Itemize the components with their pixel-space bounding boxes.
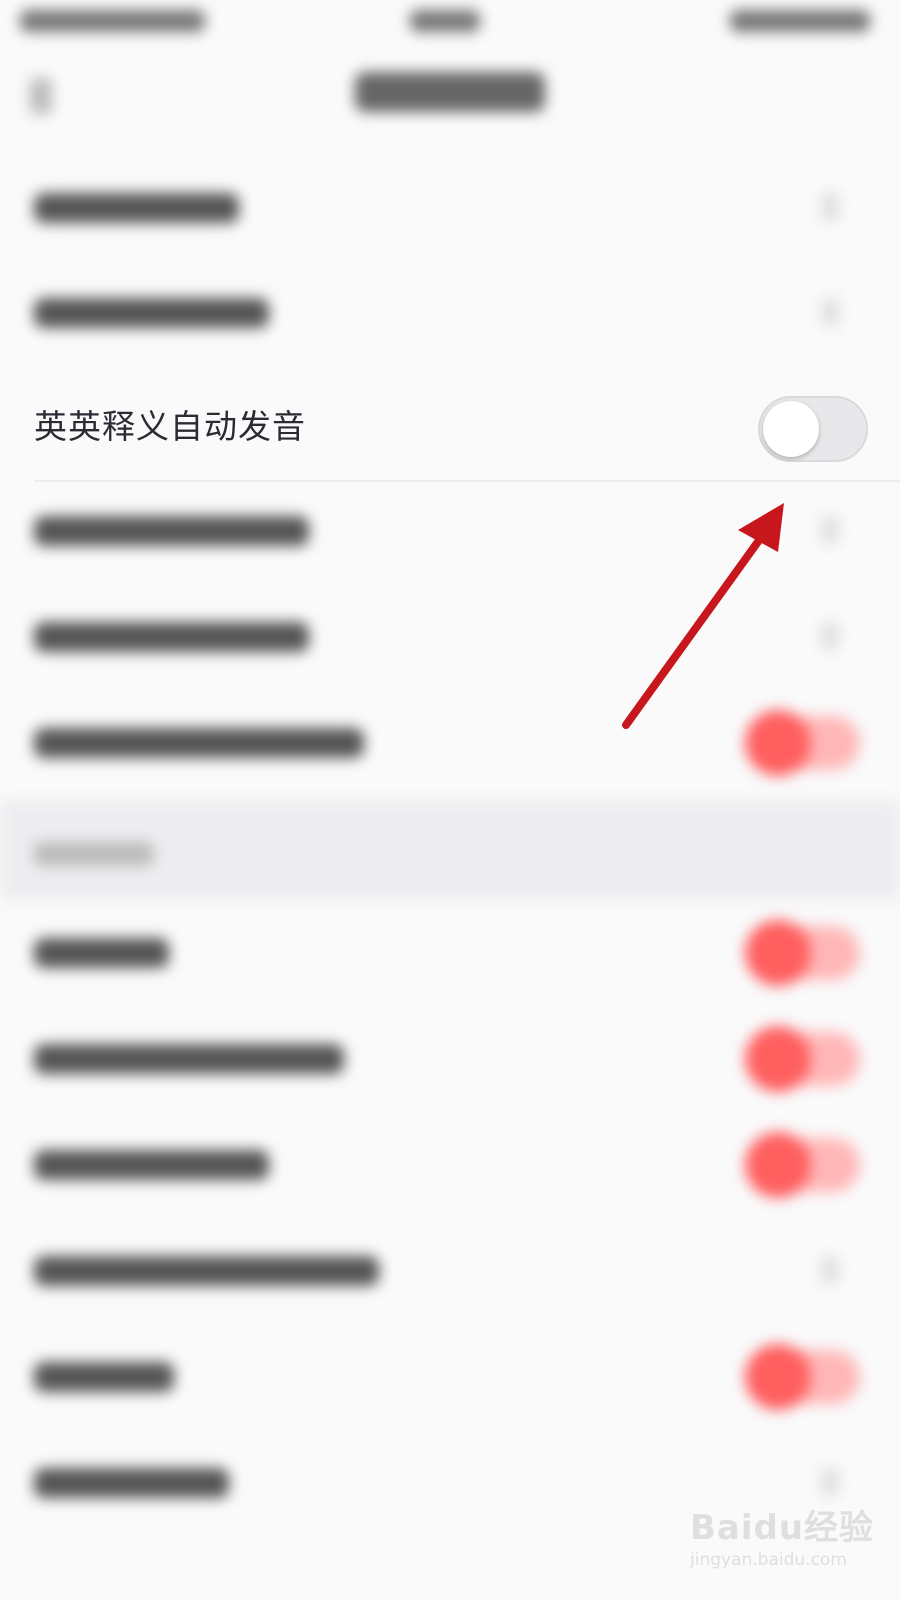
settings-row[interactable]: [0, 584, 900, 688]
settings-row[interactable]: [0, 478, 900, 582]
settings-row[interactable]: [0, 1006, 900, 1110]
toggle-knob: [763, 401, 819, 457]
page-title-placeholder: [355, 72, 545, 112]
toggle-knob: [745, 920, 811, 986]
chevron-right-icon: [822, 622, 838, 650]
row-label-placeholder: [34, 1044, 344, 1074]
row-label-placeholder: [34, 1150, 269, 1180]
status-carrier-placeholder: [20, 10, 205, 32]
section-title-placeholder: [34, 842, 154, 866]
row-label-placeholder: [34, 728, 364, 758]
row-label-placeholder: [34, 1256, 379, 1286]
row-label-placeholder: [34, 516, 309, 546]
status-battery-placeholder: [730, 10, 870, 32]
chevron-right-icon: [822, 193, 838, 221]
settings-row[interactable]: [0, 1324, 900, 1428]
settings-row[interactable]: [0, 155, 900, 259]
toggle-switch[interactable]: [758, 396, 868, 462]
row-label-placeholder: [34, 622, 309, 652]
toggle-knob: [745, 1344, 811, 1410]
row-label-placeholder: [34, 193, 239, 223]
row-label-placeholder: [34, 1362, 174, 1392]
toggle-knob: [745, 710, 811, 776]
back-arrow-icon[interactable]: [30, 78, 52, 114]
toggle-knob: [745, 1132, 811, 1198]
section-header: [0, 800, 900, 900]
toggle-knob: [745, 1026, 811, 1092]
baidu-jingyan-watermark: Baidu经验 jingyan.baidu.com: [690, 1500, 880, 1580]
chevron-right-icon: [822, 1256, 838, 1284]
row-label-placeholder: [34, 938, 169, 968]
settings-row[interactable]: [0, 1112, 900, 1216]
row-label-placeholder: [34, 298, 269, 328]
status-bar: [0, 0, 900, 48]
chevron-right-icon: [822, 516, 838, 544]
row-label-placeholder: [34, 1468, 229, 1498]
setting-row-english-definition-autoplay[interactable]: 英英释义自动发音: [0, 372, 900, 480]
chevron-right-icon: [822, 298, 838, 326]
settings-row[interactable]: [0, 260, 900, 364]
nav-bar: [0, 48, 900, 148]
chevron-right-icon: [822, 1468, 838, 1496]
settings-row[interactable]: [0, 1218, 900, 1322]
settings-row[interactable]: [0, 690, 900, 794]
setting-label: 英英释义自动发音: [34, 407, 306, 446]
status-time-placeholder: [410, 10, 480, 32]
watermark-brand: Baidu经验: [690, 1508, 875, 1548]
watermark-url: jingyan.baidu.com: [690, 1550, 847, 1570]
divider: [34, 480, 900, 482]
settings-row[interactable]: [0, 900, 900, 1004]
